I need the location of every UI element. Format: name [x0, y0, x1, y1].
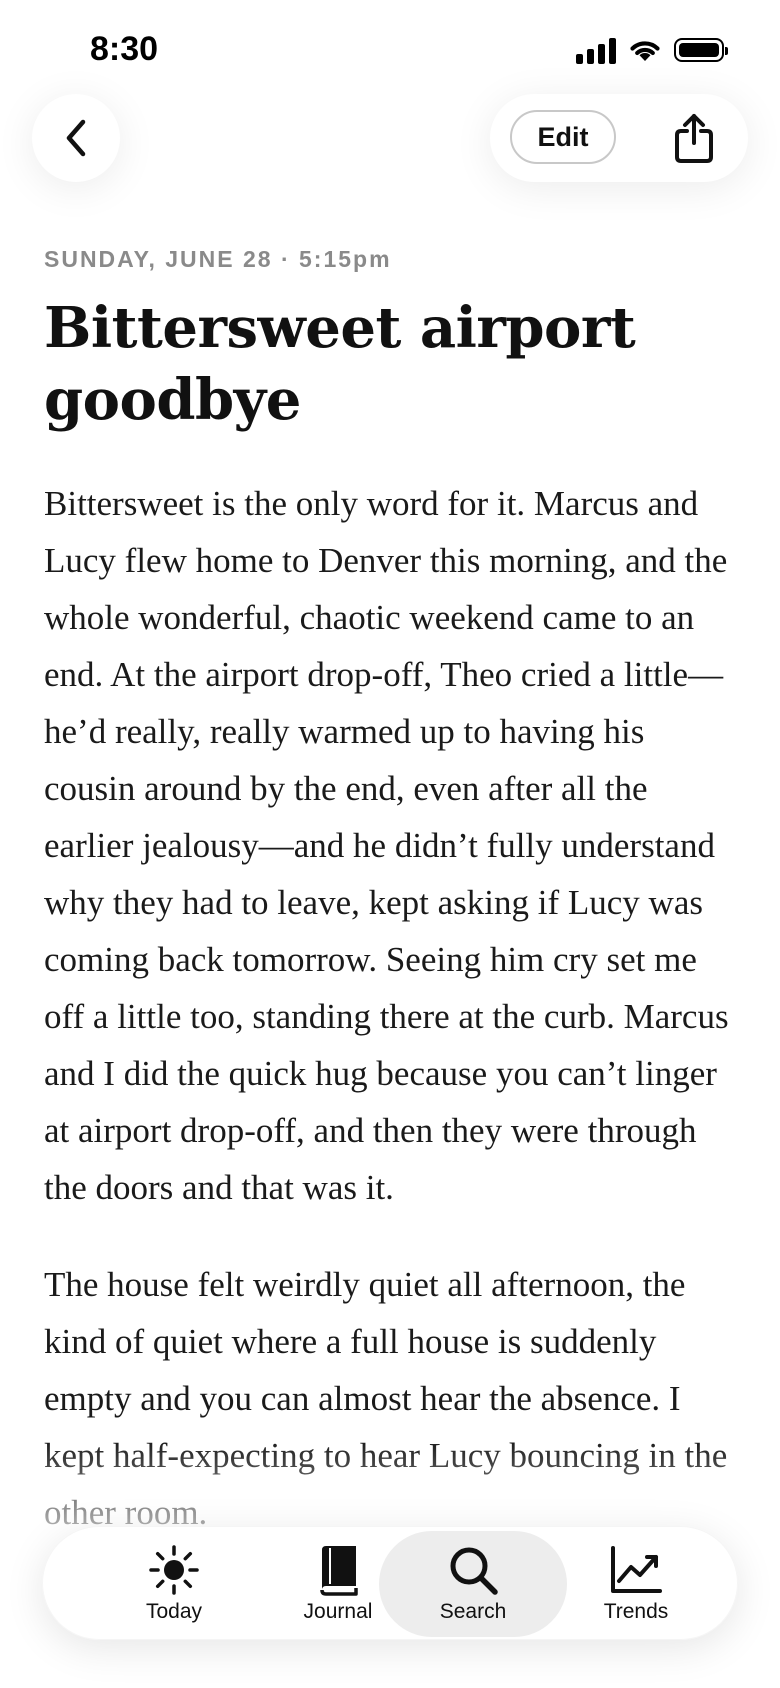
- entry-actions-pill: Edit: [490, 94, 748, 182]
- tab-trends[interactable]: Trends: [551, 1527, 721, 1641]
- chart-icon: [611, 1546, 662, 1593]
- cellular-signal-icon: [576, 36, 616, 64]
- back-button[interactable]: [32, 94, 120, 182]
- tab-label: Search: [439, 1600, 507, 1623]
- tab-label: Today: [145, 1600, 203, 1623]
- entry-paragraph: The house felt weirdly quiet all afterno…: [44, 1265, 728, 1532]
- chevron-left-icon: [66, 119, 86, 157]
- book-icon: [320, 1546, 358, 1596]
- tab-label: Journal: [303, 1600, 373, 1623]
- edit-button[interactable]: Edit: [510, 110, 616, 164]
- entry-title: Bittersweet airport goodbye: [44, 295, 636, 433]
- entry-paragraph: Bittersweet is the only word for it. Mar…: [44, 484, 729, 1207]
- wifi-icon: [630, 41, 660, 61]
- status-time: 8:30: [90, 30, 159, 68]
- status-icons: [576, 36, 728, 64]
- tab-today[interactable]: Today: [89, 1527, 259, 1641]
- magnifier-icon: [450, 1547, 498, 1595]
- tab-search[interactable]: Search: [379, 1531, 567, 1637]
- tab-bar: Today Journal Search Trends: [42, 1526, 738, 1640]
- tab-label: Trends: [603, 1600, 669, 1623]
- status-bar: 8:30: [0, 0, 780, 92]
- battery-icon: [674, 38, 728, 62]
- share-button[interactable]: [668, 112, 720, 164]
- sun-icon: [149, 1545, 199, 1595]
- share-icon: [675, 114, 713, 163]
- entry-date: SUNDAY, JUNE 28 · 5:15pm: [44, 246, 392, 272]
- entry-body[interactable]: Bittersweet is the only word for it. Mar…: [44, 475, 744, 1581]
